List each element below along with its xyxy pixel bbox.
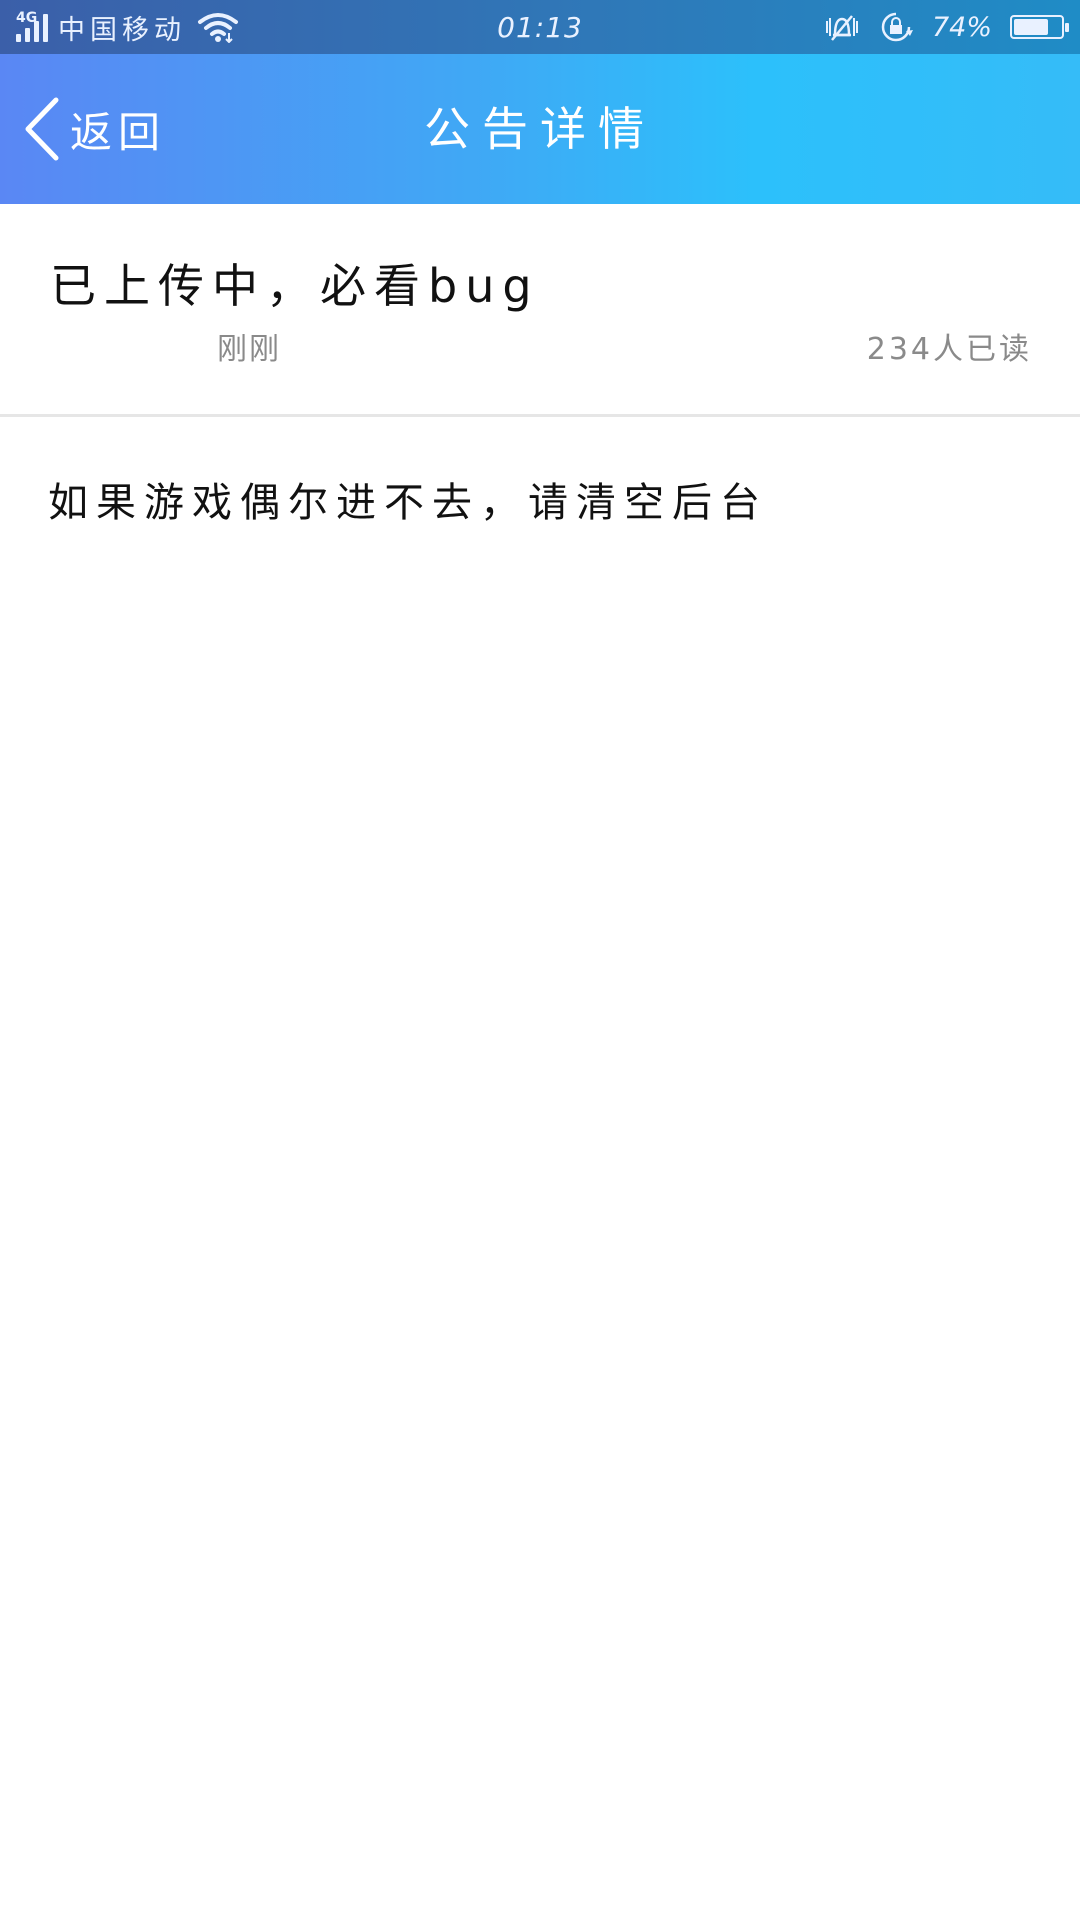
- page-title: 公告详情: [424, 102, 656, 156]
- battery-fill: [1014, 19, 1048, 35]
- status-bar: 4G 中国移动 01:13 74%: [0, 0, 1080, 54]
- notice-title: 已上传中，必看bug: [50, 259, 540, 313]
- read-count: 234人已读: [866, 332, 1032, 367]
- nav-bar: 返回 公告详情: [0, 54, 1080, 204]
- battery-icon: [1010, 15, 1069, 39]
- notice-header: 已上传中，必看bug 刚刚 234人已读: [0, 204, 1080, 417]
- screen: 4G 中国移动 01:13 74% 返回 公告详情 已上传中，必看bug 刚刚 …: [0, 0, 1080, 1920]
- status-time: 01:13: [497, 10, 583, 44]
- notice-time: 刚刚: [217, 332, 281, 367]
- notice-body: 如果游戏偶尔进不去，请清空后台: [48, 480, 768, 526]
